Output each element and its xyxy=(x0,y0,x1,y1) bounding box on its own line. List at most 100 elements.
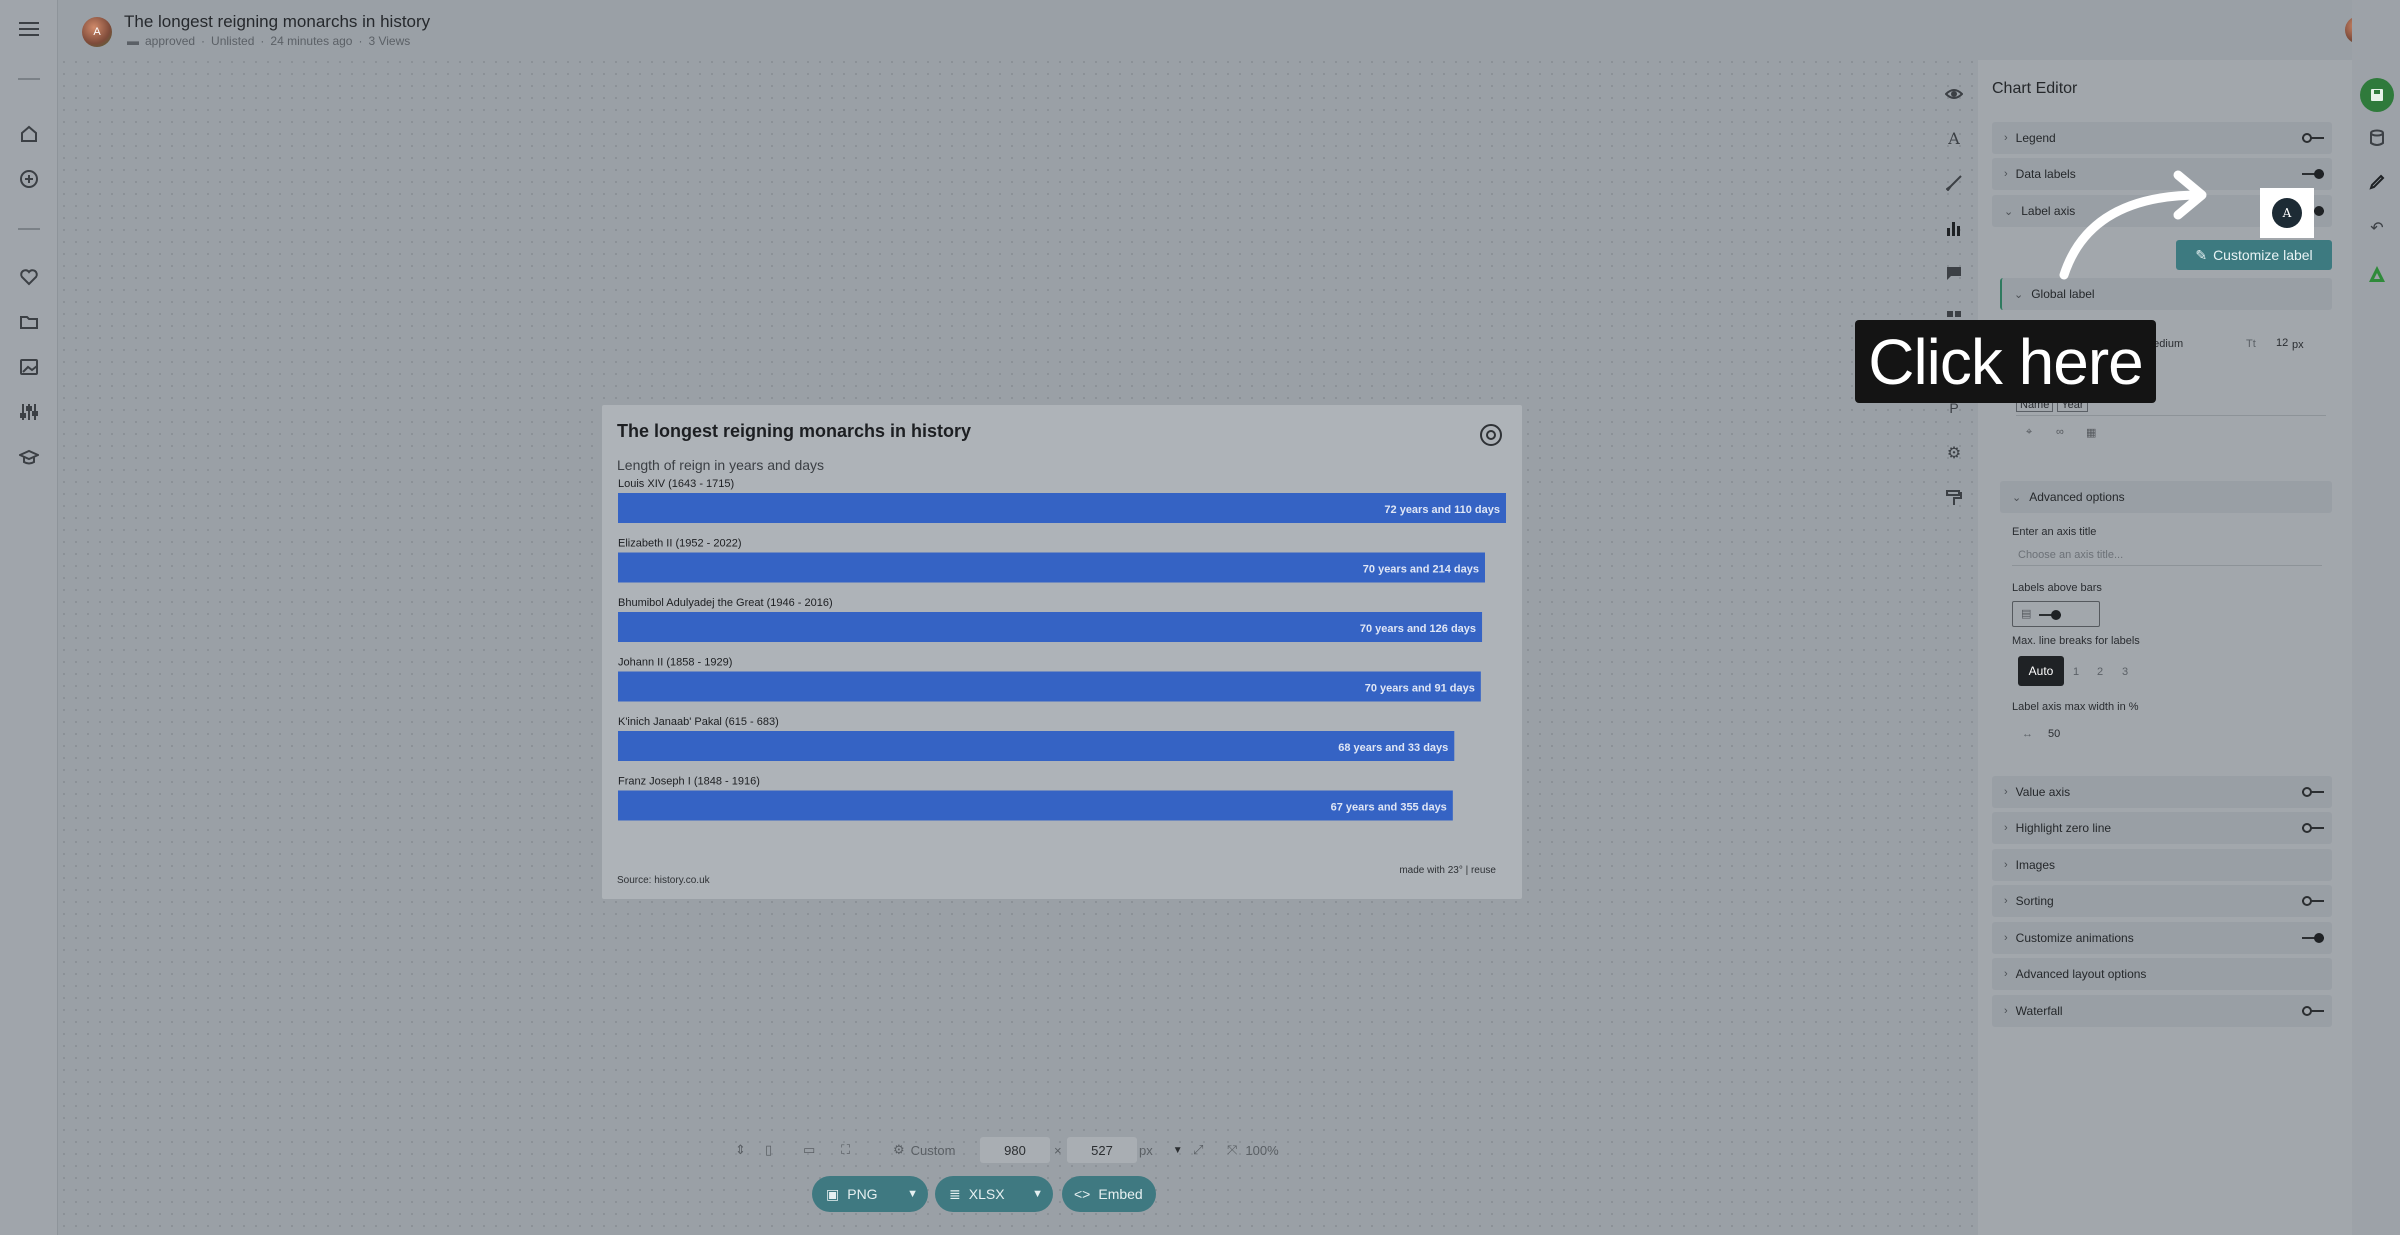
chart-small-icon[interactable]: ▦ xyxy=(2086,426,2096,439)
document-title[interactable]: The longest reigning monarchs in history xyxy=(124,12,430,32)
comment-icon[interactable] xyxy=(1942,261,1966,285)
pencil-small-icon: ✎ xyxy=(2195,246,2208,263)
link-icon[interactable]: ∞ xyxy=(2056,426,2064,438)
labels-above-toggle-switch[interactable] xyxy=(2039,610,2061,620)
customize-label-button[interactable]: ✎ Customize label xyxy=(2176,240,2332,270)
animations-toggle[interactable] xyxy=(2302,933,2324,943)
bar[interactable] xyxy=(618,612,1483,642)
section-sorting[interactable]: › Sorting xyxy=(1992,885,2332,917)
height-input[interactable]: 527 xyxy=(1067,1137,1137,1163)
gear-icon[interactable]: ⚙ xyxy=(1942,441,1966,465)
section-advanced-layout[interactable]: › Advanced layout options xyxy=(1992,958,2332,990)
folder-icon[interactable] xyxy=(15,308,43,336)
bar[interactable] xyxy=(618,671,1481,702)
section-value-axis[interactable]: › Value axis xyxy=(1992,776,2332,808)
section-images[interactable]: › Images xyxy=(1992,849,2332,881)
left-sidebar xyxy=(0,0,58,1235)
line-break-3[interactable]: 3 xyxy=(2122,666,2128,678)
right-action-bar: ↶ xyxy=(2352,0,2400,1235)
max-width-input[interactable]: 50 xyxy=(2048,728,2060,740)
legend-toggle[interactable] xyxy=(2302,133,2324,143)
bar-value-label: 70 years and 214 days xyxy=(1363,564,1479,576)
chevron-right-icon: › xyxy=(2004,859,2008,871)
folder-small-icon: ▬ xyxy=(127,34,139,48)
database-icon[interactable] xyxy=(2364,125,2390,151)
xlsx-export-button[interactable]: ≣ XLSX ▼ xyxy=(935,1176,1053,1212)
section-advanced-options[interactable]: ⌄ Advanced options xyxy=(2000,481,2332,513)
sidebar-divider xyxy=(18,228,40,230)
section-label: Advanced options xyxy=(2029,490,2125,504)
graduation-cap-icon[interactable] xyxy=(15,443,43,471)
waterfall-toggle[interactable] xyxy=(2302,1006,2324,1016)
unit-select[interactable]: px ▼ xyxy=(1139,1138,1183,1162)
bar[interactable] xyxy=(618,493,1506,523)
bar[interactable] xyxy=(618,790,1453,821)
image-icon[interactable] xyxy=(15,353,43,381)
chevron-right-icon: › xyxy=(2004,895,2008,907)
line-break-2[interactable]: 2 xyxy=(2097,666,2103,678)
axis-title-input[interactable]: Choose an axis title... xyxy=(2012,545,2322,566)
bar[interactable] xyxy=(618,552,1485,583)
mobile-icon[interactable]: ▯ xyxy=(765,1142,803,1158)
font-size-input[interactable]: 12 xyxy=(2276,337,2288,349)
labels-above-bars-label: Labels above bars xyxy=(2012,582,2102,594)
project-avatar[interactable]: A xyxy=(82,17,112,47)
chart-card[interactable]: The longest reigning monarchs in history… xyxy=(602,405,1522,899)
sliders-icon[interactable] xyxy=(15,398,43,426)
bar[interactable] xyxy=(618,731,1455,761)
menu-icon[interactable] xyxy=(15,15,43,43)
section-label: Highlight zero line xyxy=(2015,821,2112,835)
visibility-text: Unlisted xyxy=(211,34,255,48)
heart-icon[interactable] xyxy=(15,263,43,291)
chart-credit[interactable]: made with 23° | reuse xyxy=(1399,865,1496,876)
section-waterfall[interactable]: › Waterfall xyxy=(1992,995,2332,1027)
data-labels-toggle[interactable] xyxy=(2302,169,2324,179)
brush-icon[interactable] xyxy=(1942,171,1966,195)
line-break-auto[interactable]: Auto xyxy=(2018,656,2064,686)
section-label: Images xyxy=(2015,858,2056,872)
bar-category-label: Elizabeth II (1952 - 2022) xyxy=(618,538,742,550)
laptop-icon[interactable]: ▭ xyxy=(803,1142,841,1158)
bar-category-label: Franz Joseph I (1848 - 1916) xyxy=(618,776,760,788)
chart-bars-icon[interactable] xyxy=(1942,216,1966,240)
save-icon[interactable] xyxy=(2360,78,2394,112)
section-highlight-zero[interactable]: › Highlight zero line xyxy=(1992,812,2332,844)
undo-icon[interactable]: ↶ xyxy=(2364,215,2390,241)
value-axis-toggle[interactable] xyxy=(2302,787,2324,797)
typography-icon[interactable]: A xyxy=(1942,126,1966,150)
width-input[interactable]: 980 xyxy=(980,1137,1050,1163)
brand-icon[interactable] xyxy=(2364,261,2390,287)
pencil-icon[interactable] xyxy=(2364,169,2390,195)
embed-button[interactable]: <> Embed xyxy=(1062,1176,1156,1212)
fit-height-icon[interactable]: ⇕ xyxy=(735,1142,765,1158)
sorting-toggle[interactable] xyxy=(2302,896,2324,906)
chevron-right-icon: › xyxy=(2004,786,2008,798)
eye-icon[interactable] xyxy=(1942,82,1966,106)
zoom-control[interactable]: ⤧ 100% xyxy=(1227,1138,1279,1162)
section-legend[interactable]: › Legend xyxy=(1992,122,2332,154)
line-break-1[interactable]: 1 xyxy=(2073,666,2079,678)
link-icon[interactable]: ⤢ xyxy=(1193,1138,1203,1162)
fullscreen-icon[interactable]: ⛶ xyxy=(841,1142,871,1158)
section-label: Sorting xyxy=(2015,894,2054,908)
preset-label: Custom xyxy=(910,1142,956,1158)
chart-source[interactable]: Source: history.co.uk xyxy=(617,875,710,886)
click-here-callout: Click here xyxy=(1855,320,2156,403)
chevron-right-icon: › xyxy=(2004,132,2008,144)
labels-above-bars-toggle[interactable]: ▤ xyxy=(2012,601,2100,627)
formula-icon[interactable]: ⌖ xyxy=(2026,426,2032,439)
section-label: Legend xyxy=(2015,131,2056,145)
preset-selector[interactable]: ⚙ Custom xyxy=(893,1138,955,1162)
home-icon[interactable] xyxy=(15,120,43,148)
highlight-target[interactable]: A xyxy=(2260,188,2314,238)
xlsx-label: XLSX xyxy=(968,1186,1005,1202)
add-circle-icon[interactable] xyxy=(15,165,43,193)
highlight-zero-toggle[interactable] xyxy=(2302,823,2324,833)
chevron-down-icon[interactable]: ▼ xyxy=(1032,1188,1043,1200)
paint-roller-icon[interactable] xyxy=(1942,486,1966,510)
sidebar-divider xyxy=(18,78,40,80)
chevron-down-icon[interactable]: ▼ xyxy=(907,1188,918,1200)
png-export-button[interactable]: ▣ PNG ▼ xyxy=(812,1176,928,1212)
section-animations[interactable]: › Customize animations xyxy=(1992,922,2332,954)
meta-separator: · xyxy=(201,34,206,48)
